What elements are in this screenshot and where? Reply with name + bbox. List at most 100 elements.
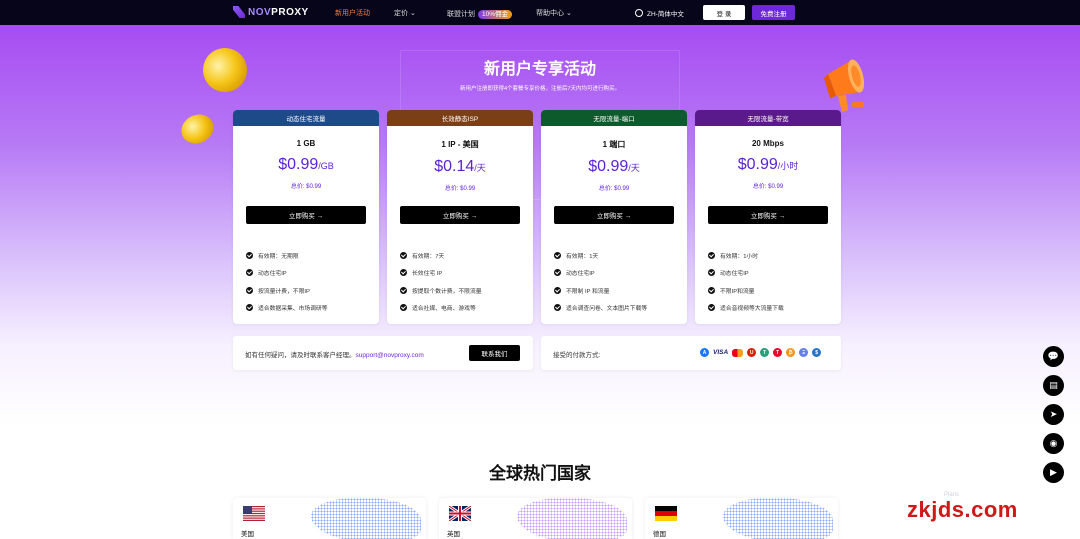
country-map xyxy=(517,498,627,539)
plan-feature-text: 适合音视频等大流量下载 xyxy=(720,306,784,312)
buy-now-button[interactable]: 立即购买 → xyxy=(554,206,674,224)
plan-price-unit: /GB xyxy=(318,161,334,171)
country-card-us[interactable]: 美国 xyxy=(233,498,426,539)
language-selector[interactable]: ZH-简体中文 xyxy=(635,8,684,18)
nav-link-pricing[interactable]: 定价 ⌄ xyxy=(394,8,416,18)
check-icon xyxy=(400,304,407,311)
plan-feature-text: 动态住宅IP xyxy=(258,271,287,277)
check-icon xyxy=(400,252,407,259)
tron-icon: T xyxy=(773,348,783,357)
plan-feature: 动态住宅IP xyxy=(246,268,287,277)
plan-header: 无限流量-端口 xyxy=(541,110,687,126)
chevron-down-icon: ⌄ xyxy=(409,10,416,17)
plan-feature-text: 按流量计费，不限IP xyxy=(258,289,310,295)
contact-panel: 如有任何疑问，请及时联系客户经理。support@novproxy.com 联系… xyxy=(233,336,533,370)
check-icon xyxy=(554,304,561,311)
plan-price-value: $0.99 xyxy=(737,156,778,173)
plan-feature-text: 动态住宅IP xyxy=(720,271,749,277)
plan-card-residential: 动态住宅流量 1 GB $0.99/GB 总价: $0.99 立即购买 → 有效… xyxy=(233,110,379,324)
message-icon[interactable]: ▤ xyxy=(1043,375,1064,396)
check-icon xyxy=(400,269,407,276)
plan-feature-text: 适合调查问卷、文本图片下载等 xyxy=(566,306,648,312)
usdc-icon: $ xyxy=(812,348,822,357)
plan-feature-text: 不限制 IP 和流量 xyxy=(566,289,610,295)
chat-icon[interactable]: 💬 xyxy=(1043,346,1064,367)
top-navbar: NOV PROXY 新用户活动 定价 ⌄ 联盟计划 10%佣金 帮助中心 ⌄ ZH-… xyxy=(0,0,1080,25)
buy-now-button[interactable]: 立即购买 → xyxy=(708,206,828,224)
uk-flag-icon xyxy=(449,506,471,521)
plan-feature: 有效期：7天 xyxy=(400,251,444,260)
plan-feature: 动态住宅IP xyxy=(708,268,749,277)
support-email-link[interactable]: support@novproxy.com xyxy=(356,352,424,359)
plan-feature: 适合调查问卷、文本图片下载等 xyxy=(554,303,647,312)
nav-link-new-user[interactable]: 新用户活动 xyxy=(335,8,370,18)
plan-amount: 1 GB xyxy=(296,139,316,148)
plan-feature-text: 适合数据采集、市场调研等 xyxy=(258,306,328,312)
plan-feature: 长效住宅 IP xyxy=(400,268,442,277)
mastercard-icon xyxy=(732,348,744,357)
logo-prefix: NOV xyxy=(248,6,272,18)
plan-feature: 适合数据采集、市场调研等 xyxy=(246,303,328,312)
plan-feature-text: 长效住宅 IP xyxy=(412,271,443,277)
telegram-icon[interactable]: ➤ xyxy=(1043,404,1064,425)
plan-feature: 适合社媒、电商、游戏等 xyxy=(400,303,476,312)
plan-price: $0.14/天 xyxy=(387,158,533,176)
check-icon xyxy=(708,269,715,276)
register-button[interactable]: 免费注册 xyxy=(752,5,795,20)
plan-price: $0.99/GB xyxy=(233,156,379,174)
login-button[interactable]: 登 录 xyxy=(703,5,745,20)
plan-price: $0.99/天 xyxy=(541,158,687,176)
plan-amount: 1 端口 xyxy=(602,140,626,149)
plan-total: 总价: $0.99 xyxy=(752,184,784,190)
nav-link-help[interactable]: 帮助中心 ⌄ xyxy=(536,8,572,18)
contact-text: 如有任何疑问，请及时联系客户经理。support@novproxy.com xyxy=(245,349,424,359)
logo-suffix: PROXY xyxy=(271,6,309,18)
plan-amount: 1 IP - 美国 xyxy=(441,140,479,149)
contact-message: 如有任何疑问，请及时联系客户经理。 xyxy=(245,352,356,359)
plan-feature: 适合音视频等大流量下载 xyxy=(708,303,784,312)
plan-feature-text: 不限IP和流量 xyxy=(720,289,755,295)
alipay-icon: A xyxy=(700,348,709,357)
germany-flag-icon xyxy=(655,506,677,521)
plan-header: 动态住宅流量 xyxy=(233,110,379,126)
plan-feature-text: 有效期：1天 xyxy=(566,254,599,260)
language-label: ZH-简体中文 xyxy=(647,11,684,18)
logo[interactable]: NOV PROXY xyxy=(233,6,309,18)
check-icon xyxy=(400,287,407,294)
plan-total: 总价: $0.99 xyxy=(598,186,630,192)
payment-panel: 接受的付款方式: A VISA U T T ₿ Ξ $ xyxy=(541,336,841,370)
contact-us-button[interactable]: 联系我们 xyxy=(469,345,520,361)
plan-price-value: $0.99 xyxy=(588,158,629,175)
check-icon xyxy=(708,304,715,311)
plan-feature: 有效期：1小时 xyxy=(708,251,758,260)
hero-subtitle: 新用户注册即获得4个套餐专享价格，注册后7天内均可进行购买。 xyxy=(459,86,621,92)
country-card-uk[interactable]: 英国 xyxy=(439,498,632,539)
discord-icon[interactable]: ◉ xyxy=(1043,433,1064,454)
plan-price: $0.99/小时 xyxy=(695,156,841,174)
plan-feature: 按提取个数计费，不限流量 xyxy=(400,286,482,295)
globe-icon xyxy=(635,9,643,17)
unionpay-icon: U xyxy=(747,348,757,357)
buy-now-button[interactable]: 立即购买 → xyxy=(246,206,366,224)
plan-price-unit: /小时 xyxy=(777,161,799,171)
plan-price-unit: /天 xyxy=(628,163,640,173)
plan-feature: 不限IP和流量 xyxy=(708,286,754,295)
ethereum-icon: Ξ xyxy=(799,348,809,357)
plan-card-unlimited-port: 无限流量-端口 1 端口 $0.99/天 总价: $0.99 立即购买 → 有效… xyxy=(541,110,687,324)
nav-link-affiliate[interactable]: 联盟计划 10%佣金 xyxy=(447,8,513,19)
country-card-de[interactable]: 德国 xyxy=(645,498,838,539)
plan-feature: 不限制 IP 和流量 xyxy=(554,286,609,295)
nav-link-pricing-label: 定价 xyxy=(394,10,408,17)
plan-header: 长效静态ISP xyxy=(387,110,533,126)
plan-total: 总价: $0.99 xyxy=(290,184,322,190)
plan-header: 无限流量-带宽 xyxy=(695,110,841,126)
buy-now-button[interactable]: 立即购买 → xyxy=(400,206,520,224)
tether-icon: T xyxy=(760,348,770,357)
plan-feature-text: 适合社媒、电商、游戏等 xyxy=(412,306,476,312)
plan-total: 总价: $0.99 xyxy=(444,186,476,192)
watermark-text: zkjds.com xyxy=(907,497,1018,522)
plan-feature: 动态住宅IP xyxy=(554,268,595,277)
logo-icon xyxy=(233,6,245,18)
plan-price-value: $0.14 xyxy=(434,158,475,175)
check-icon xyxy=(246,304,253,311)
